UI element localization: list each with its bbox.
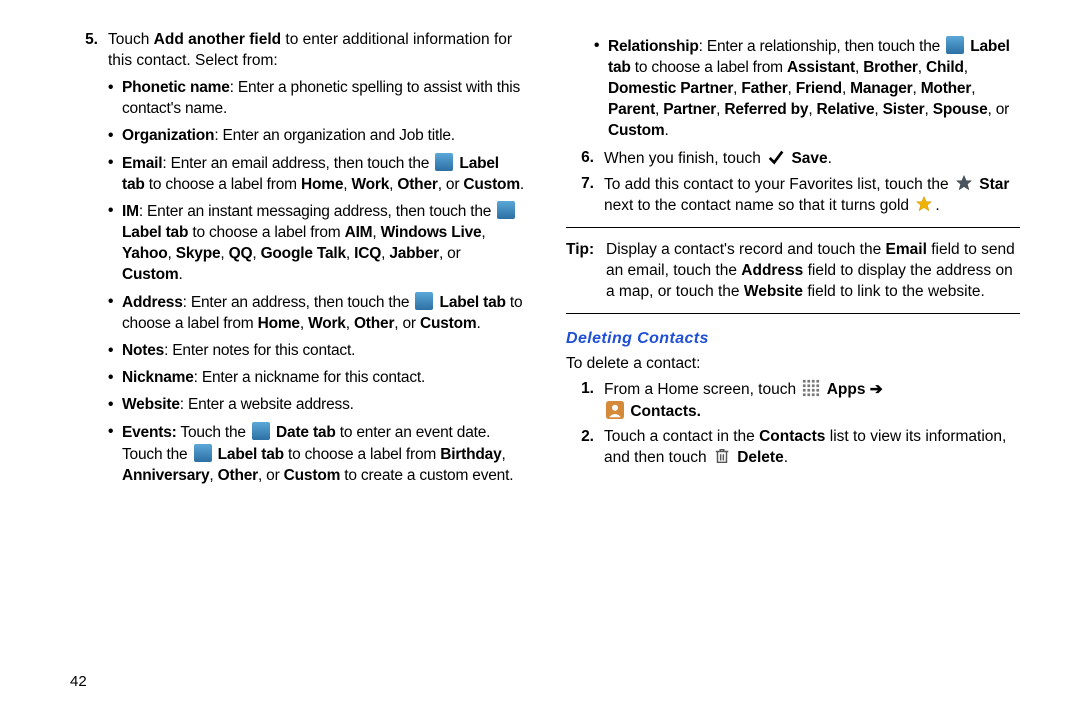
label-tab-icon	[415, 292, 433, 310]
divider	[566, 227, 1020, 228]
bullet-organization: Organization: Enter an organization and …	[108, 126, 524, 147]
bullet-notes: Notes: Enter notes for this contact.	[108, 341, 524, 362]
bullet-phonetic: Phonetic name: Enter a phonetic spelling…	[108, 78, 524, 120]
divider	[566, 313, 1020, 314]
contacts-app-icon	[606, 401, 624, 419]
arrow-icon: ➔	[865, 381, 882, 398]
label-tab-icon	[946, 36, 964, 54]
step-body: Touch a contact in the Contacts list to …	[604, 427, 1020, 470]
label-tab-icon	[497, 201, 515, 219]
right-column: Relationship: Enter a relationship, then…	[566, 30, 1020, 497]
star-gold-icon	[915, 195, 933, 213]
tip-label: Tip:	[566, 240, 606, 303]
tip-block: Tip: Display a contact's record and touc…	[566, 240, 1020, 303]
step-5: 5. Touch Add another field to enter addi…	[70, 30, 524, 493]
trash-icon	[713, 447, 731, 465]
manual-page: 5. Touch Add another field to enter addi…	[0, 0, 1080, 527]
step-number: 5.	[70, 30, 108, 493]
step-body: Touch Add another field to enter additio…	[108, 30, 524, 493]
star-outline-icon	[955, 174, 973, 192]
tip-text: Display a contact's record and touch the…	[606, 240, 1020, 303]
date-tab-icon	[252, 422, 270, 440]
checkmark-icon	[767, 148, 785, 166]
step-7: 7. To add this contact to your Favorites…	[566, 174, 1020, 218]
apps-grid-icon	[802, 379, 820, 397]
bullet-events: Events: Touch the Date tab to enter an e…	[108, 422, 524, 487]
left-column: 5. Touch Add another field to enter addi…	[70, 30, 524, 497]
bullet-address: Address: Enter an address, then touch th…	[108, 292, 524, 335]
bullet-email: Email: Enter an email address, then touc…	[108, 153, 524, 196]
bullet-nickname: Nickname: Enter a nickname for this cont…	[108, 368, 524, 389]
deleting-step-1: 1. From a Home screen, touch Apps ➔ Cont…	[566, 379, 1020, 423]
deleting-step-2: 2. Touch a contact in the Contacts list …	[566, 427, 1020, 470]
step-body: From a Home screen, touch Apps ➔ Contact…	[604, 379, 1020, 423]
page-number: 42	[70, 672, 87, 692]
bullet-relationship: Relationship: Enter a relationship, then…	[594, 36, 1020, 142]
step-body: To add this contact to your Favorites li…	[604, 174, 1020, 218]
bullet-website: Website: Enter a website address.	[108, 395, 524, 416]
step-number: 6.	[566, 148, 604, 170]
label-tab-icon	[194, 444, 212, 462]
label-tab-icon	[435, 153, 453, 171]
section-title-deleting: Deleting Contacts	[566, 328, 1020, 350]
step-number: 7.	[566, 174, 604, 218]
step-number: 2.	[566, 427, 604, 470]
step-body: When you finish, touch Save.	[604, 148, 1020, 170]
step-6: 6. When you finish, touch Save.	[566, 148, 1020, 170]
deleting-intro: To delete a contact:	[566, 354, 1020, 375]
bullet-im: IM: Enter an instant messaging address, …	[108, 201, 524, 286]
step-number: 1.	[566, 379, 604, 423]
